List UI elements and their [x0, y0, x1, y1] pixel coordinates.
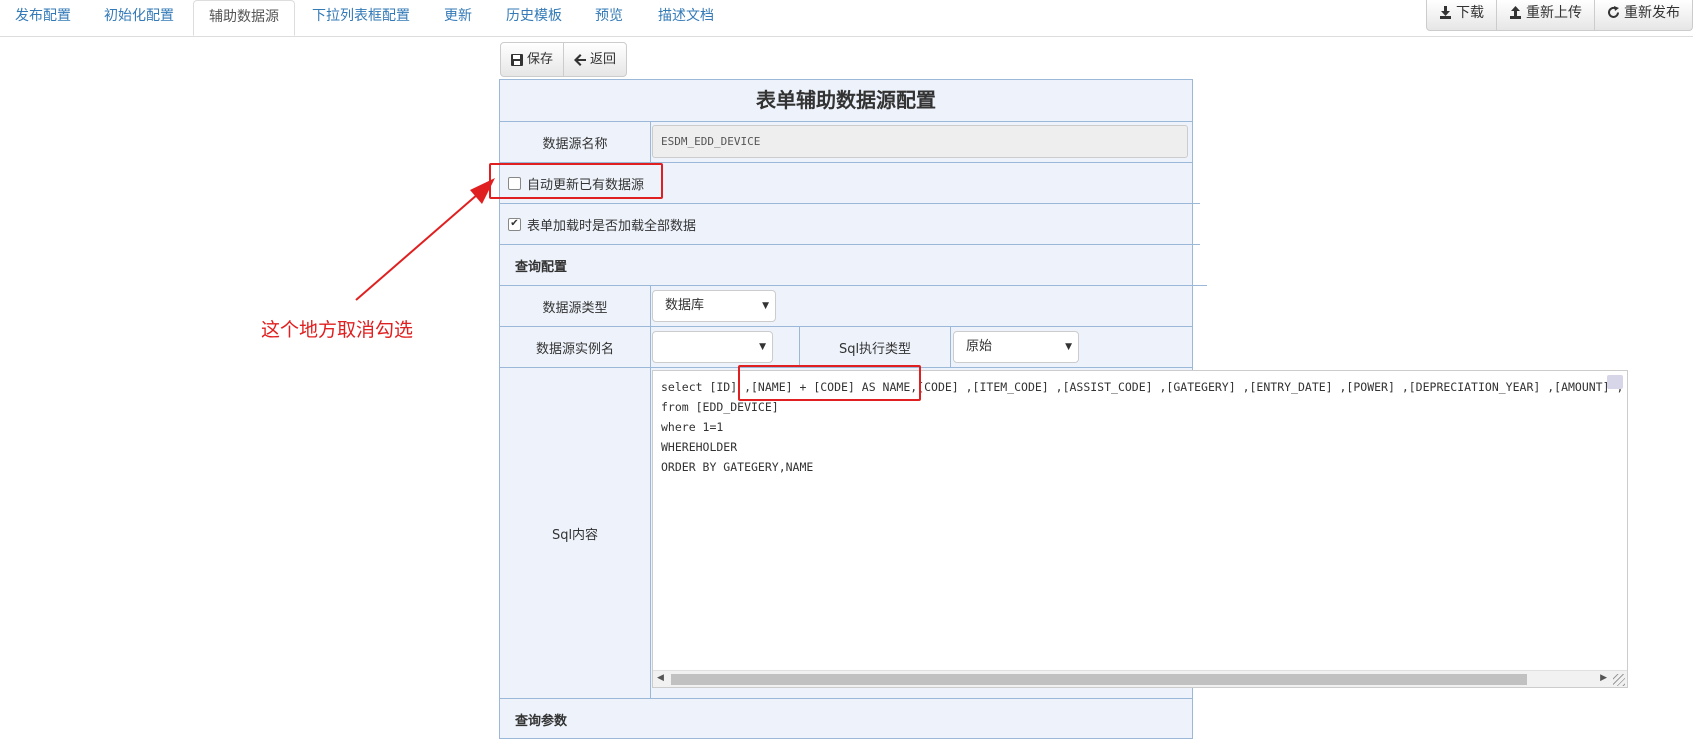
annotation-arrow — [355, 178, 495, 301]
annotation-note: 这个地方取消勾选 — [261, 319, 414, 341]
